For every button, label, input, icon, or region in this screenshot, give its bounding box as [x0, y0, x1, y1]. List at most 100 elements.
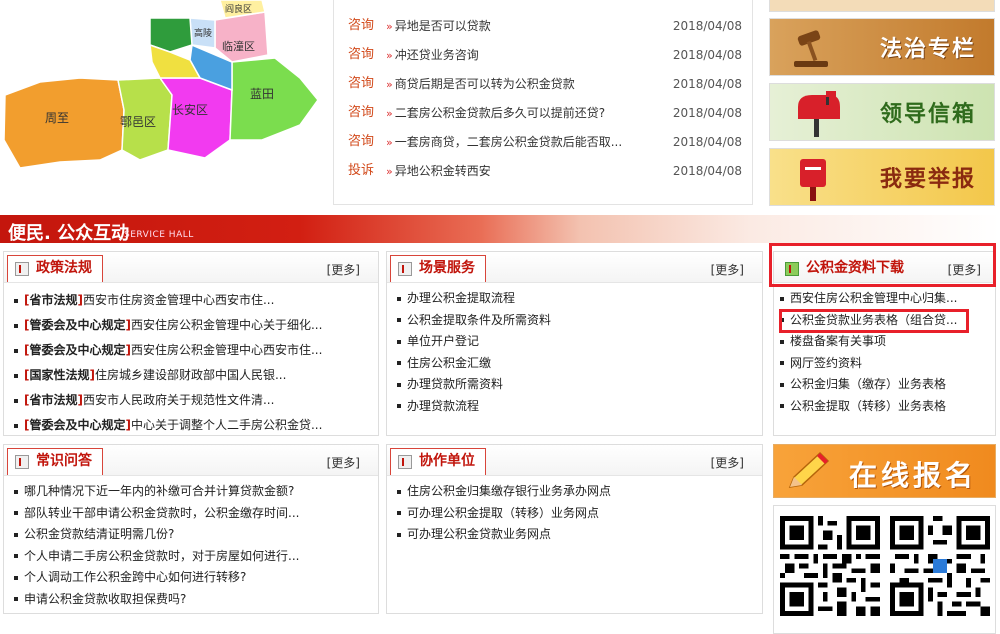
map-region-lintong[interactable]	[214, 11, 269, 63]
item-text[interactable]: 住房公积金归集缴存银行业务承办网点	[407, 484, 611, 498]
item-text[interactable]: 西安住房公积金管理中心归集...	[790, 291, 957, 305]
map-region-changan[interactable]	[158, 77, 233, 159]
list-item[interactable]: 办理贷款所需资料	[397, 374, 754, 396]
list-item[interactable]: [省市法规]西安市住房资金管理中心西安市住...	[14, 288, 370, 313]
list-item[interactable]: 公积金贷款业务表格（组合贷...	[780, 310, 991, 332]
qa-type[interactable]: 咨询	[348, 132, 374, 152]
list-item[interactable]: 部队转业干部申请公积金贷款时，公积金缴存时间...	[14, 503, 370, 525]
item-text[interactable]: 住房城乡建设部财政部中国人民银...	[95, 368, 286, 382]
qa-row[interactable]: 咨询 二套房公积金贷款后多久可以提前还贷? 2018/04/08	[346, 103, 742, 123]
tab-scene[interactable]: 场景服务	[390, 255, 486, 282]
qa-type[interactable]: 咨询	[348, 16, 374, 36]
bullet	[780, 361, 784, 365]
qa-title[interactable]: 冲还贷业务咨询	[386, 45, 656, 66]
list-item[interactable]: 楼盘备案有关事项	[780, 331, 991, 353]
panel-header: 协作单位 [更多]	[387, 445, 762, 476]
online-signup-banner[interactable]: 在线报名	[773, 444, 996, 498]
item-text[interactable]: 可办理公积金贷款业务网点	[407, 527, 551, 541]
item-text[interactable]: 可办理公积金提取（转移）业务网点	[407, 506, 599, 520]
item-text[interactable]: 申请公积金贷款收取担保费吗?	[24, 592, 186, 606]
list-item[interactable]: 个人调动工作公积金跨中心如何进行转移?	[14, 567, 370, 589]
tab-download[interactable]: 公积金资料下载	[777, 255, 915, 282]
list-item[interactable]: [国家性法规]住房城乡建设部财政部中国人民银...	[14, 363, 370, 388]
item-text[interactable]: 西安住房公积金管理中心关于细化...	[131, 318, 322, 332]
item-category[interactable]: 省市法规	[29, 293, 77, 307]
tab-policy[interactable]: 政策法规	[7, 255, 103, 282]
qa-row[interactable]: 咨询 冲还贷业务咨询 2018/04/08	[346, 45, 742, 65]
item-text[interactable]: 公积金贷款业务表格（组合贷...	[790, 313, 957, 327]
item-text[interactable]: 公积金提取条件及所需资料	[407, 313, 551, 327]
list-item[interactable]: 住房公积金汇缴	[397, 353, 754, 375]
qa-type[interactable]: 咨询	[348, 45, 374, 65]
item-text[interactable]: 楼盘备案有关事项	[790, 334, 886, 348]
qa-row[interactable]: 咨询 一套房商贷，二套房公积金贷款后能否取... 2018/04/08	[346, 132, 742, 152]
list-item[interactable]: 哪几种情况下近一年内的补缴可合并计算贷款金额?	[14, 481, 370, 503]
list-item[interactable]: 可办理公积金贷款业务网点	[397, 524, 754, 546]
document-icon	[15, 455, 29, 469]
item-text[interactable]: 单位开户登记	[407, 334, 479, 348]
item-text[interactable]: 住房公积金汇缴	[407, 356, 491, 370]
item-text[interactable]: 公积金贷款结清证明需几份?	[24, 527, 174, 541]
qa-title[interactable]: 异地公积金转西安	[386, 161, 656, 182]
item-text[interactable]: 西安住房公积金管理中心西安市住...	[131, 343, 322, 357]
list-item[interactable]: 公积金提取（转移）业务表格	[780, 396, 991, 418]
qa-row[interactable]: 咨询 商贷后期是否可以转为公积金贷款 2018/04/08	[346, 74, 742, 94]
list-item[interactable]: [管委会及中心规定]西安住房公积金管理中心关于细化...	[14, 313, 370, 338]
faq-more-link[interactable]: [更多]	[327, 454, 360, 471]
item-category[interactable]: 管委会及中心规定	[29, 318, 125, 332]
qa-title[interactable]: 异地是否可以贷款	[386, 16, 656, 37]
map-label-gaoling: 高陵	[194, 27, 212, 39]
item-text[interactable]: 部队转业干部申请公积金贷款时，公积金缴存时间...	[24, 506, 299, 520]
item-text[interactable]: 西安市住房资金管理中心西安市住...	[83, 293, 274, 307]
list-item[interactable]: 公积金归集（缴存）业务表格	[780, 374, 991, 396]
item-text[interactable]: 西安市人民政府关于规范性文件清...	[83, 393, 274, 407]
item-text[interactable]: 哪几种情况下近一年内的补缴可合并计算贷款金额?	[24, 484, 294, 498]
list-item[interactable]: 网厅签约资料	[780, 353, 991, 375]
list-item[interactable]: 单位开户登记	[397, 331, 754, 353]
item-text[interactable]: 办理贷款所需资料	[407, 377, 503, 391]
list-item[interactable]: 个人申请二手房公积金贷款时，对于房屋如何进行...	[14, 546, 370, 568]
scene-more-link[interactable]: [更多]	[711, 261, 744, 278]
list-item[interactable]: 申请公积金贷款收取担保费吗?	[14, 589, 370, 611]
item-text[interactable]: 个人申请二手房公积金贷款时，对于房屋如何进行...	[24, 549, 299, 563]
list-item[interactable]: 可办理公积金提取（转移）业务网点	[397, 503, 754, 525]
list-item[interactable]: 公积金提取条件及所需资料	[397, 310, 754, 332]
qa-title[interactable]: 二套房公积金贷款后多久可以提前还贷?	[386, 103, 656, 124]
list-item[interactable]: 办理贷款流程	[397, 396, 754, 418]
banner-top-partial[interactable]	[769, 0, 995, 12]
qa-type[interactable]: 咨询	[348, 74, 374, 94]
policy-more-link[interactable]: [更多]	[327, 261, 360, 278]
list-item[interactable]: 住房公积金归集缴存银行业务承办网点	[397, 481, 754, 503]
item-text[interactable]: 个人调动工作公积金跨中心如何进行转移?	[24, 570, 246, 584]
list-item[interactable]: [管委会及中心规定]西安住房公积金管理中心西安市住...	[14, 338, 370, 363]
partner-more-link[interactable]: [更多]	[711, 454, 744, 471]
report-banner[interactable]: 我要举报	[769, 148, 995, 206]
item-category[interactable]: 管委会及中心规定	[29, 343, 125, 357]
qa-row[interactable]: 投诉 异地公积金转西安 2018/04/08	[346, 161, 742, 181]
list-item[interactable]: 公积金贷款结清证明需几份?	[14, 524, 370, 546]
list-item[interactable]: 办理公积金提取流程	[397, 288, 754, 310]
tab-partner[interactable]: 协作单位	[390, 448, 486, 475]
item-category[interactable]: 省市法规	[29, 393, 77, 407]
item-text[interactable]: 公积金归集（缴存）业务表格	[790, 377, 946, 391]
item-category[interactable]: 管委会及中心规定	[29, 418, 125, 432]
item-category[interactable]: 国家性法规	[29, 368, 89, 382]
qa-type[interactable]: 投诉	[348, 161, 374, 181]
item-text[interactable]: 办理公积金提取流程	[407, 291, 515, 305]
qa-title[interactable]: 商贷后期是否可以转为公积金贷款	[386, 74, 656, 95]
qa-title[interactable]: 一套房商贷，二套房公积金贷款后能否取...	[386, 132, 656, 153]
item-text[interactable]: 网厅签约资料	[790, 356, 862, 370]
item-text[interactable]: 中心关于调整个人二手房公积金贷...	[131, 418, 322, 432]
list-item[interactable]: [管委会及中心规定]中心关于调整个人二手房公积金贷...	[14, 413, 370, 438]
leader-mailbox-banner[interactable]: 领导信箱	[769, 83, 995, 141]
tab-faq[interactable]: 常识问答	[7, 448, 103, 475]
law-column-banner[interactable]: 法治专栏	[769, 18, 995, 76]
download-more-link[interactable]: [更多]	[948, 261, 981, 278]
list-item[interactable]: 西安住房公积金管理中心归集...	[780, 288, 991, 310]
qa-row[interactable]: 咨询 异地是否可以贷款 2018/04/08	[346, 16, 742, 36]
item-text[interactable]: 办理贷款流程	[407, 399, 479, 413]
district-map[interactable]: 周至 鄠邑区 长安区 蓝田 临潼区 阎良区 高陵	[0, 0, 330, 200]
list-item[interactable]: [省市法规]西安市人民政府关于规范性文件清...	[14, 388, 370, 413]
item-text[interactable]: 公积金提取（转移）业务表格	[790, 399, 946, 413]
qa-type[interactable]: 咨询	[348, 103, 374, 123]
